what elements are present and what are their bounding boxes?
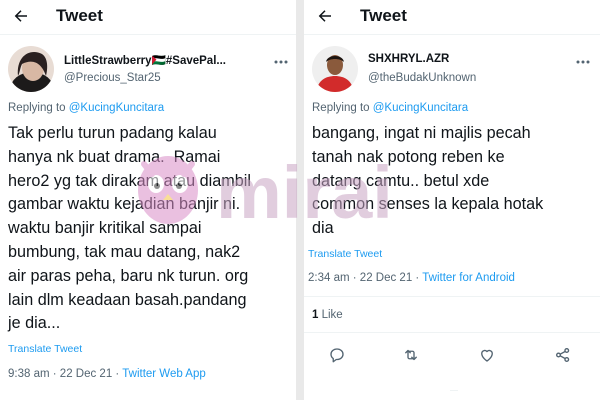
tweet-meta: 2:34 am · 22 Dec 21 · Twitter for Androi… [308, 272, 515, 284]
more-options-icon[interactable] [576, 60, 590, 64]
meta-divider [304, 296, 600, 297]
translate-tweet-link[interactable]: Translate Tweet [8, 343, 82, 355]
home-indicator [450, 390, 458, 391]
tweet-meta: 9:38 am · 22 Dec 21 · Twitter Web App [8, 368, 206, 380]
avatar[interactable] [8, 46, 54, 92]
back-arrow-icon[interactable] [12, 7, 30, 25]
replying-mention-link[interactable]: @KucingKuncitara [373, 102, 468, 114]
pane-divider [296, 0, 304, 400]
header-title: Tweet [56, 6, 103, 25]
like-count[interactable]: 1 Like [312, 309, 343, 321]
tweet-line: je dia... [8, 314, 61, 333]
tweet-time[interactable]: 2:34 am [308, 272, 350, 284]
tweet-line: common senses la kepala hotak [312, 195, 544, 214]
tweet-line: lain dlm keadaan basah.pandang [8, 290, 247, 309]
tweet-line: bangang, ingat ni majlis pecah [312, 124, 531, 142]
avatar[interactable] [312, 46, 358, 92]
tweet-source-link[interactable]: Twitter Web App [122, 368, 206, 380]
tweet-time[interactable]: 9:38 am [8, 368, 50, 380]
tweet-date[interactable]: 22 Dec 21 [60, 368, 112, 380]
replying-to: Replying to @KucingKuncitara [8, 102, 164, 114]
display-name[interactable]: SHXHRYL.AZR [368, 53, 449, 65]
header-title: Tweet [360, 6, 407, 25]
tweet-line: datang camtu.. betul xde [312, 171, 490, 190]
like-icon[interactable] [478, 346, 496, 364]
tweet-line: dia [312, 219, 334, 238]
tweet-line: tanah nak potong reben ke [312, 147, 505, 166]
reply-icon[interactable] [328, 346, 346, 364]
replying-prefix: Replying to [8, 102, 69, 114]
tweet-line: bumbung, tak mau datang, nak2 [8, 242, 241, 261]
right-tweet-pane: Tweet SHXHRYL.AZR @theBudakUnknown Reply… [304, 0, 600, 400]
header-divider [0, 34, 296, 35]
display-name[interactable]: LittleStrawberry🇵🇸#SavePal... [64, 53, 226, 67]
tweet-source-link[interactable]: Twitter for Android [422, 272, 515, 284]
retweet-icon[interactable] [402, 346, 420, 364]
tweet-line: waktu banjir kritikal sampai [8, 219, 202, 238]
like-count-value: 1 [312, 309, 319, 321]
replying-mention-link[interactable]: @KucingKuncitara [69, 102, 164, 114]
tweet-line: air paras peha, baru nk turun. org [8, 266, 249, 285]
stats-divider [304, 332, 600, 333]
left-tweet-pane: Tweet LittleStrawberry🇵🇸#SavePal... @Pre… [0, 0, 296, 400]
tweet-line: hanya nk buat drama. Ramai [8, 147, 221, 166]
user-handle[interactable]: @theBudakUnknown [368, 72, 476, 84]
tweet-line: gambar waktu kejadian banjir ni. [8, 195, 241, 214]
user-handle[interactable]: @Precious_Star25 [64, 72, 161, 84]
tweet-text: Tak perlu turun padang kalau hanya nk bu… [8, 122, 251, 336]
like-count-label: Like [321, 309, 343, 321]
translate-tweet-link[interactable]: Translate Tweet [308, 248, 382, 260]
tweet-header: Tweet [304, 0, 600, 32]
header-divider [304, 34, 600, 35]
tweet-line: hero2 yg tak dirakam atau diambil [8, 171, 251, 190]
tweet-date[interactable]: 22 Dec 21 [360, 272, 412, 284]
replying-prefix: Replying to [312, 102, 373, 114]
back-arrow-icon[interactable] [316, 7, 334, 25]
tweet-header: Tweet [0, 0, 296, 32]
tweet-text: bangang, ingat ni majlis pecah tanah nak… [312, 122, 543, 241]
replying-to: Replying to @KucingKuncitara [312, 102, 468, 114]
share-icon[interactable] [554, 346, 572, 364]
tweet-line: Tak perlu turun padang kalau [8, 124, 217, 142]
more-options-icon[interactable] [274, 60, 288, 64]
